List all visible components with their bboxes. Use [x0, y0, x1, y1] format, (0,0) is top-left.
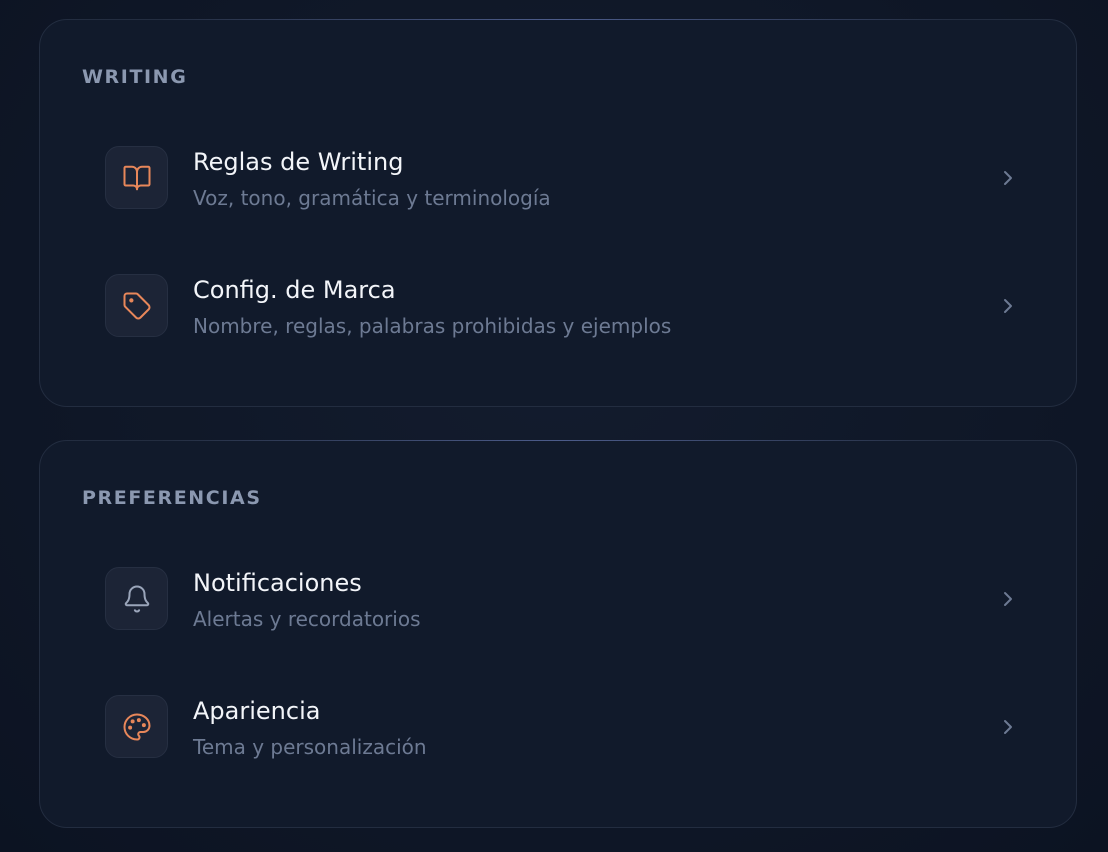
settings-item-title: Notificaciones	[193, 569, 362, 597]
book-open-icon	[105, 146, 168, 209]
palette-icon	[105, 695, 168, 758]
settings-item-writing-rules[interactable]: Reglas de Writing Voz, tono, gramática y…	[104, 136, 1020, 220]
settings-item-brand-config[interactable]: Config. de Marca Nombre, reglas, palabra…	[104, 264, 1020, 348]
writing-section-card: WRITING Reglas de Writing Voz, tono, gra…	[39, 19, 1077, 407]
settings-item-title: Config. de Marca	[193, 276, 396, 304]
settings-item-subtitle: Nombre, reglas, palabras prohibidas y ej…	[193, 314, 672, 338]
settings-page: WRITING Reglas de Writing Voz, tono, gra…	[0, 0, 1108, 852]
settings-item-subtitle: Alertas y recordatorios	[193, 607, 421, 631]
tag-icon	[105, 274, 168, 337]
preferences-section-card: PREFERENCIAS Notificaciones Alertas y re…	[39, 440, 1077, 828]
chevron-right-icon	[1004, 720, 1012, 734]
settings-item-title: Apariencia	[193, 697, 321, 725]
section-title-writing: WRITING	[82, 66, 188, 88]
section-title-preferences: PREFERENCIAS	[82, 487, 262, 509]
bell-icon	[105, 567, 168, 630]
chevron-right-icon	[1004, 171, 1012, 185]
settings-item-appearance[interactable]: Apariencia Tema y personalización	[104, 685, 1020, 769]
settings-item-subtitle: Voz, tono, gramática y terminología	[193, 186, 551, 210]
settings-item-title: Reglas de Writing	[193, 148, 404, 176]
settings-item-notifications[interactable]: Notificaciones Alertas y recordatorios	[104, 557, 1020, 641]
settings-item-subtitle: Tema y personalización	[193, 735, 427, 759]
chevron-right-icon	[1004, 592, 1012, 606]
chevron-right-icon	[1004, 299, 1012, 313]
